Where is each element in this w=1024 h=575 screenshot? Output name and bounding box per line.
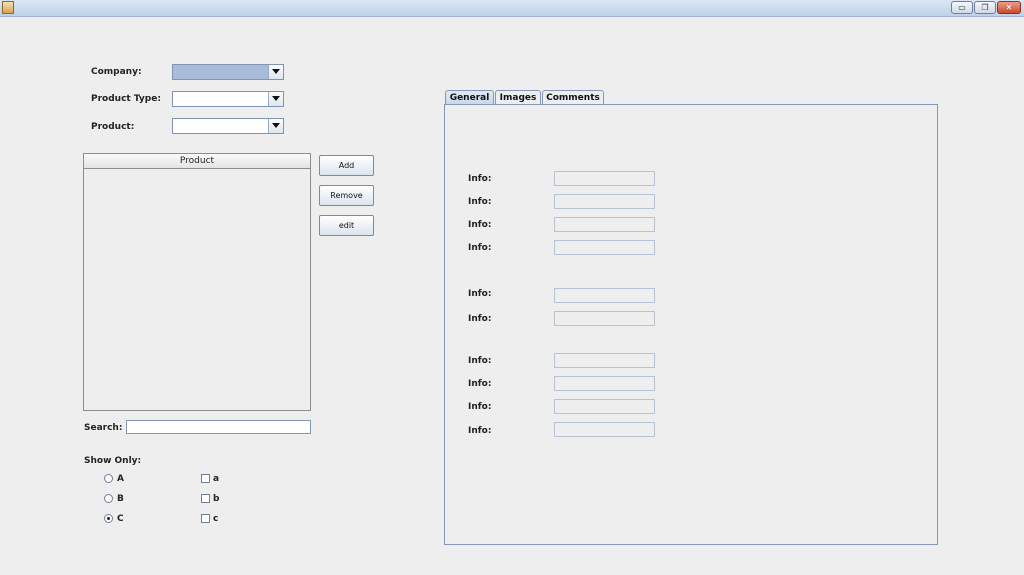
radio-a[interactable] bbox=[104, 474, 113, 483]
title-bar bbox=[0, 0, 1024, 17]
tab-images[interactable]: Images bbox=[495, 90, 541, 105]
info-field[interactable] bbox=[554, 194, 655, 209]
info-field[interactable] bbox=[554, 399, 655, 414]
checkbox-c-label: c bbox=[213, 514, 219, 524]
minimize-button[interactable]: ▭ bbox=[951, 1, 973, 14]
info-field[interactable] bbox=[554, 311, 655, 326]
search-label: Search: bbox=[84, 423, 123, 433]
product-table[interactable]: Product bbox=[83, 153, 311, 411]
info-field[interactable] bbox=[554, 376, 655, 391]
company-combo[interactable] bbox=[172, 64, 284, 80]
info-label: Info: bbox=[468, 174, 492, 184]
show-only-label: Show Only: bbox=[84, 456, 142, 466]
product-type-label: Product Type: bbox=[91, 94, 161, 104]
info-field[interactable] bbox=[554, 217, 655, 232]
chevron-down-icon[interactable] bbox=[268, 92, 283, 106]
edit-button[interactable]: edit bbox=[319, 215, 374, 236]
chevron-down-icon[interactable] bbox=[268, 65, 283, 79]
restore-button[interactable]: ❐ bbox=[974, 1, 996, 14]
info-label: Info: bbox=[468, 356, 492, 366]
info-field[interactable] bbox=[554, 353, 655, 368]
radio-a-label: A bbox=[117, 474, 124, 484]
product-label: Product: bbox=[91, 122, 135, 132]
radio-b-label: B bbox=[117, 494, 124, 504]
product-type-combo[interactable] bbox=[172, 91, 284, 107]
add-button[interactable]: Add bbox=[319, 155, 374, 176]
checkbox-b[interactable] bbox=[201, 494, 210, 503]
radio-c[interactable] bbox=[104, 514, 113, 523]
info-label: Info: bbox=[468, 197, 492, 207]
info-label: Info: bbox=[468, 314, 492, 324]
info-field[interactable] bbox=[554, 288, 655, 303]
chevron-down-icon[interactable] bbox=[268, 119, 283, 133]
checkbox-a-label: a bbox=[213, 474, 220, 484]
checkbox-c[interactable] bbox=[201, 514, 210, 523]
search-input[interactable] bbox=[126, 420, 311, 434]
product-column-header[interactable]: Product bbox=[84, 154, 310, 169]
tab-comments[interactable]: Comments bbox=[542, 90, 604, 105]
java-app-icon bbox=[2, 1, 14, 14]
info-label: Info: bbox=[468, 426, 492, 436]
company-label: Company: bbox=[91, 67, 142, 77]
remove-button[interactable]: Remove bbox=[319, 185, 374, 206]
info-label: Info: bbox=[468, 243, 492, 253]
info-label: Info: bbox=[468, 289, 492, 299]
info-label: Info: bbox=[468, 402, 492, 412]
product-combo[interactable] bbox=[172, 118, 284, 134]
info-label: Info: bbox=[468, 379, 492, 389]
info-field[interactable] bbox=[554, 171, 655, 186]
info-field[interactable] bbox=[554, 240, 655, 255]
general-tab-panel bbox=[444, 104, 938, 545]
radio-b[interactable] bbox=[104, 494, 113, 503]
radio-c-label: C bbox=[117, 514, 124, 524]
checkbox-b-label: b bbox=[213, 494, 220, 504]
close-button[interactable]: ✕ bbox=[997, 1, 1021, 14]
info-label: Info: bbox=[468, 220, 492, 230]
info-field[interactable] bbox=[554, 422, 655, 437]
checkbox-a[interactable] bbox=[201, 474, 210, 483]
